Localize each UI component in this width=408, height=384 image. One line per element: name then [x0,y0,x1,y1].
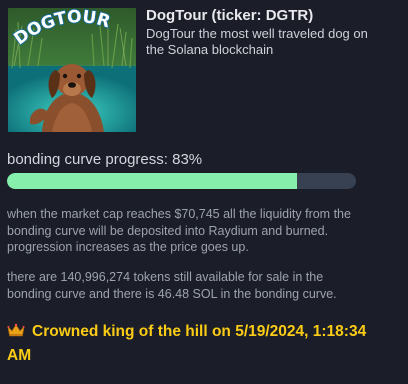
tokens-available-info-text: there are 140,996,274 tokens still avail… [7,270,337,301]
king-of-the-hill-banner: Crowned king of the hill on 5/19/2024, 1… [7,320,367,368]
crown-icon [7,321,25,337]
token-description: DogTour the most well traveled dog on th… [146,26,368,57]
token-info-panel: DOGTOUR DogTour (ticker: DGTR) DogTour t… [0,0,408,384]
bonding-curve-progress-label: bonding curve progress: 83% [7,151,203,168]
king-of-the-hill-text: Crowned king of the hill on 5/19/2024, 1… [7,323,367,364]
market-cap-info-text: when the market cap reaches $70,745 all … [7,207,351,254]
token-image: DOGTOUR [8,8,136,132]
token-title: DogTour (ticker: DGTR) [146,7,314,24]
bonding-curve-progress-fill [7,173,297,189]
bonding-curve-progress-bar [7,173,356,189]
